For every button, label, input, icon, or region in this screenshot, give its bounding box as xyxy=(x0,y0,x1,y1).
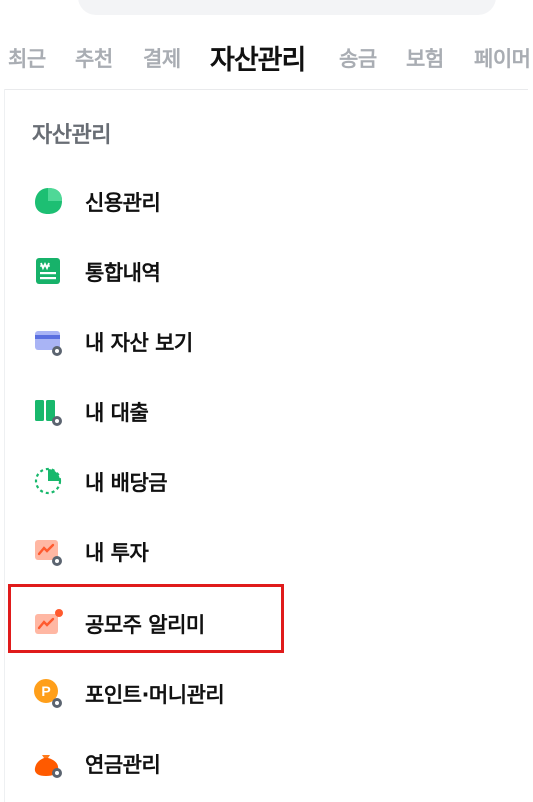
selection-highlight-box xyxy=(8,584,284,653)
menu-item-label: 통합내역 xyxy=(85,261,161,285)
menu-item-label: 내 투자 xyxy=(85,541,149,565)
tab-pay[interactable]: 페이머 xyxy=(474,43,531,73)
section-title: 자산관리 xyxy=(32,123,111,148)
point-gear-icon: P xyxy=(32,677,64,709)
tab-asset-management[interactable]: 자산관리 xyxy=(210,38,306,77)
menu-item-my-loan[interactable]: 내 대출 xyxy=(16,385,486,435)
svg-text:P: P xyxy=(41,683,50,699)
menu-item-label: 내 배당금 xyxy=(85,471,168,495)
pension-pouch-icon xyxy=(32,747,64,779)
menu-item-my-investment[interactable]: 내 투자 xyxy=(16,525,486,575)
loan-gear-icon xyxy=(32,395,64,427)
menu-item-label: 신용관리 xyxy=(85,191,161,215)
card-gear-icon xyxy=(32,325,64,357)
menu-item-history[interactable]: 통합내역 xyxy=(16,245,486,295)
category-tabs: 최근 추천 결제 자산관리 송금 보험 페이머 xyxy=(0,35,533,79)
search-bar[interactable] xyxy=(78,0,496,15)
invest-gear-icon xyxy=(32,535,64,567)
tab-payment[interactable]: 결제 xyxy=(143,43,181,73)
menu-item-label: 포인트·머니관리 xyxy=(85,683,225,707)
panel-border xyxy=(4,89,5,802)
credit-icon xyxy=(32,185,64,217)
menu-item-my-dividend[interactable]: 내 배당금 xyxy=(16,455,486,505)
tab-transfer[interactable]: 송금 xyxy=(339,43,377,73)
tab-insurance[interactable]: 보험 xyxy=(406,43,444,73)
menu-item-point-money[interactable]: P 포인트·머니관리 xyxy=(16,667,486,717)
tab-recent[interactable]: 최근 xyxy=(8,43,46,73)
menu-item-credit[interactable]: 신용관리 xyxy=(16,175,486,225)
dividend-pie-icon xyxy=(32,465,64,497)
tab-recommend[interactable]: 추천 xyxy=(75,43,113,73)
menu-item-label: 연금관리 xyxy=(85,753,161,777)
menu-item-label: 내 자산 보기 xyxy=(85,331,193,355)
menu-item-my-assets[interactable]: 내 자산 보기 xyxy=(16,315,486,365)
menu-item-pension[interactable]: 연금관리 xyxy=(16,737,486,787)
tabs-divider xyxy=(5,89,528,90)
won-receipt-icon xyxy=(32,255,64,287)
menu-item-label: 내 대출 xyxy=(85,401,149,425)
